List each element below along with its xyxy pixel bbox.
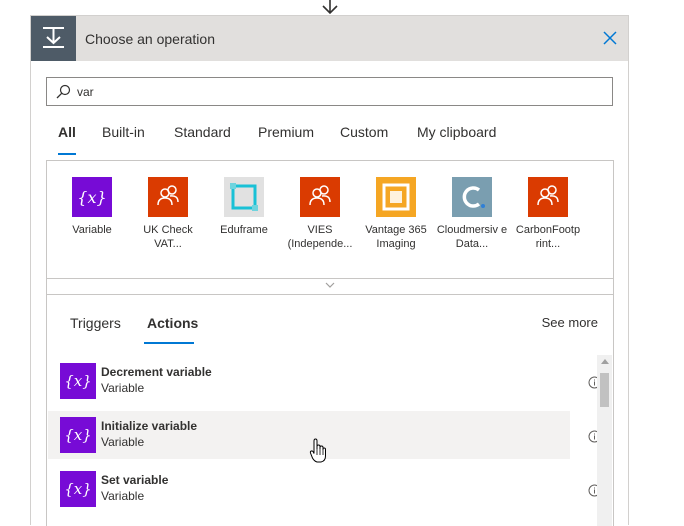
connector-name: Variable [72,224,112,236]
chevron-down-icon [325,282,335,288]
connector-list: {x} Variable UK Check VAT... Eduframe VI… [46,160,614,295]
action-title: Set variable [101,473,169,487]
actions-scrollbar[interactable] [597,355,612,526]
vantage-icon [376,177,416,217]
action-row-decrement-variable[interactable]: {x} Decrement variable Variable [48,357,570,405]
expand-connectors-bar[interactable] [46,278,614,295]
operation-panel: Choose an operation All Built-in Standar… [30,15,629,526]
tab-built-in[interactable]: Built-in [102,124,145,140]
connector-name: Vantage 365 Imaging [365,224,427,250]
panel-header: Choose an operation [31,16,628,61]
close-icon[interactable] [600,28,620,48]
tab-actions[interactable]: Actions [147,315,198,331]
tab-standard[interactable]: Standard [174,124,231,140]
search-box[interactable] [46,77,613,106]
svg-text:{x}: {x} [64,426,92,444]
connector-uk-check-vat[interactable]: UK Check VAT... [130,177,206,251]
scroll-thumb[interactable] [600,373,609,407]
variable-icon: {x} [60,417,96,453]
arrow-down-icon [322,0,338,15]
connector-name: VIES (Independe... [287,224,353,250]
tab-all[interactable]: All [58,124,76,140]
see-more-link[interactable]: See more [542,315,598,330]
connector-name: Cloudmersiv e Data... [436,224,508,250]
variable-icon: {x} [60,471,96,507]
action-row-set-variable[interactable]: {x} Set variable Variable [48,465,570,513]
eduframe-icon [224,177,264,217]
action-title: Initialize variable [101,419,198,433]
hand-cursor-icon [309,438,326,463]
svg-text:{x}: {x} [77,188,106,207]
connector-name: UK Check VAT... [143,224,193,250]
variable-icon: {x} [60,363,96,399]
actions-section: Triggers Actions See more {x} Decrement … [46,294,614,526]
people-icon [300,177,340,217]
connector-cloudmersive[interactable]: Cloudmersiv e Data... [434,177,510,251]
tab-triggers[interactable]: Triggers [70,315,121,331]
action-title: Decrement variable [101,365,212,379]
panel-title: Choose an operation [85,31,215,47]
active-subtab-indicator [144,342,194,344]
connector-vies[interactable]: VIES (Independe... [282,177,358,251]
active-tab-indicator [58,153,76,155]
scroll-up-icon[interactable] [601,359,609,364]
operation-icon [31,16,76,61]
svg-text:{x}: {x} [64,480,92,498]
connector-name: Eduframe [220,224,268,236]
tab-my-clipboard[interactable]: My clipboard [417,124,496,140]
connector-variable[interactable]: {x} Variable [54,177,130,237]
connector-carbonfootprint[interactable]: CarbonFootp rint... [510,177,586,251]
people-icon [148,177,188,217]
variable-icon: {x} [72,177,112,217]
connector-eduframe[interactable]: Eduframe [206,177,282,237]
cloudmersive-icon [452,177,492,217]
svg-text:{x}: {x} [64,372,92,390]
action-connector: Variable [101,489,145,503]
connector-vantage-365[interactable]: Vantage 365 Imaging [358,177,434,251]
search-input[interactable] [77,82,597,102]
action-connector: Variable [101,435,145,449]
search-icon [56,84,71,99]
action-connector: Variable [101,381,145,395]
connector-name: CarbonFootp rint... [515,224,581,250]
people-icon [528,177,568,217]
tab-premium[interactable]: Premium [258,124,314,140]
tab-custom[interactable]: Custom [340,124,388,140]
